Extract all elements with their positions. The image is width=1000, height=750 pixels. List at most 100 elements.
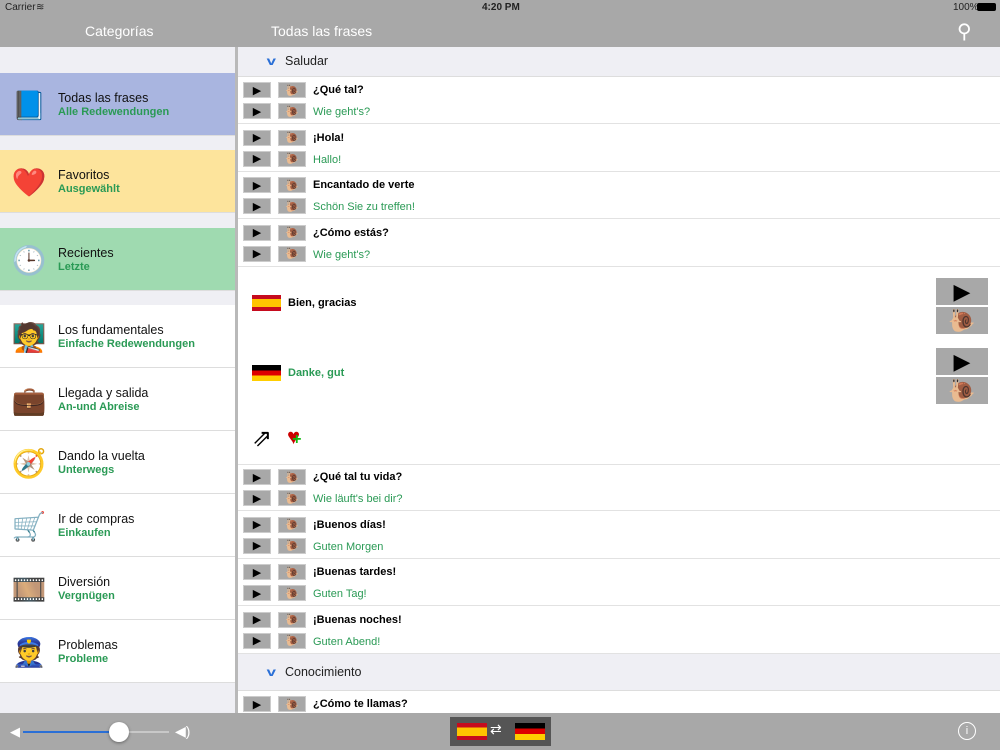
category-title: Ir de compras (58, 512, 135, 526)
spanish-phrase: ¡Hola! (313, 131, 345, 144)
slow-play-button[interactable]: 🐌 (278, 611, 306, 628)
category-subtitle: Vergnügen (58, 590, 115, 602)
slow-play-button[interactable]: 🐌 (278, 129, 306, 146)
volume-thumb[interactable] (109, 722, 130, 742)
slow-play-button[interactable]: 🐌 (278, 224, 306, 241)
play-button[interactable]: ▶ (243, 198, 271, 214)
category-subtitle: An-und Abreise (58, 401, 140, 413)
german-phrase: Hallo! (313, 153, 342, 166)
slow-play-button[interactable]: 🐌 (278, 150, 306, 167)
german-phrase: Guten Tag! (313, 588, 367, 600)
slow-play-button[interactable]: 🐌 (278, 245, 306, 262)
spain-flag-icon (457, 723, 487, 740)
category-title: Los fundamentales (58, 323, 164, 337)
phrases-title: Todas las frases (271, 23, 373, 39)
play-button[interactable]: ▶ (243, 245, 271, 262)
german-phrase: Guten Abend! (313, 635, 381, 648)
category-item[interactable]: ❤️ Favoritos Ausgewählt (0, 150, 235, 213)
slow-play-button[interactable]: 🐌 (278, 696, 306, 712)
play-button[interactable]: ▶ (243, 516, 271, 533)
slow-play-button[interactable]: 🐌 (278, 564, 306, 580)
play-button[interactable]: ▶ (243, 224, 271, 241)
play-button[interactable]: ▶ (243, 129, 271, 146)
bottom-toolbar: ◀ ◀) ⇄ i (0, 713, 1000, 750)
phrase-row[interactable]: ▶ 🐌 ¡Hola! ▶ 🐌 Hallo! (238, 125, 1000, 172)
play-button[interactable]: ▶ (243, 585, 271, 601)
german-phrase: Guten Morgen (313, 540, 384, 553)
slow-play-button[interactable]: 🐌 (278, 177, 306, 193)
phrase-row[interactable]: ▶ 🐌 Encantado de verte ▶ 🐌 Schön Sie zu t… (238, 172, 1000, 219)
slow-play-button[interactable]: 🐌 (936, 307, 988, 334)
compass-icon: 🧭 (11, 447, 47, 479)
suitcase-icon: 💼 (11, 384, 47, 416)
section-header[interactable]: v Saludar (238, 47, 1000, 77)
play-button[interactable]: ▶ (936, 348, 988, 375)
category-subtitle: Unterwegs (58, 464, 115, 476)
search-icon[interactable]: ⚲ (957, 19, 972, 44)
volume-slider[interactable] (23, 722, 169, 742)
clock-icon: 🕒 (11, 244, 47, 276)
play-button[interactable]: ▶ (243, 177, 271, 193)
category-subtitle: Alle Redewendungen (58, 106, 170, 118)
share-icon[interactable]: ⇗ (252, 424, 272, 453)
play-button[interactable]: ▶ (243, 150, 271, 167)
category-item[interactable]: 🧑‍🏫 Los fundamentales Einfache Redewendu… (0, 305, 235, 368)
section-title: Conocimiento (285, 664, 362, 679)
germany-flag-icon (252, 365, 281, 381)
slow-play-button[interactable]: 🐌 (278, 632, 306, 649)
play-button[interactable]: ▶ (243, 611, 271, 628)
phrase-row[interactable]: ▶ 🐌 ¿Qué tal tu vida? ▶ 🐌 Wie läuft's bei… (238, 464, 1000, 511)
slow-play-button[interactable]: 🐌 (278, 469, 306, 485)
phrase-row[interactable]: ▶ 🐌 ¡Buenas tardes! ▶ 🐌 Guten Tag! (238, 559, 1000, 606)
slow-play-button[interactable]: 🐌 (278, 82, 306, 98)
play-button[interactable]: ▶ (243, 469, 271, 485)
category-item[interactable]: 🛒 Ir de compras Einkaufen (0, 494, 235, 557)
phrase-row[interactable]: ▶ 🐌 ¡Buenos días! ▶ 🐌 Guten Morgen (238, 512, 1000, 559)
spanish-phrase: Bien, gracias (288, 297, 357, 309)
category-item[interactable]: 💼 Llegada y salida An-und Abreise (0, 368, 235, 431)
slow-play-button[interactable]: 🐌 (278, 585, 306, 601)
german-phrase: Wie läuft's bei dir? (313, 493, 403, 505)
category-item[interactable]: 🎞️ Diversión Vergnügen (0, 557, 235, 620)
add-favorite-icon[interactable]: ♥+ (287, 424, 301, 450)
chalkboard-icon: 🧑‍🏫 (11, 321, 47, 353)
slow-play-button[interactable]: 🐌 (936, 377, 988, 404)
section-title: Saludar (285, 54, 329, 68)
play-button[interactable]: ▶ (243, 103, 271, 119)
carrier: Carrier (5, 2, 36, 13)
play-button[interactable]: ▶ (243, 490, 271, 506)
play-button[interactable]: ▶ (243, 82, 271, 98)
category-title: Favoritos (58, 168, 110, 182)
spanish-phrase: ¿Cómo te llamas? (313, 698, 408, 710)
phrase-row[interactable]: ▶ 🐌 ¡Buenas noches! ▶ 🐌 Guten Abend! (238, 607, 1000, 654)
play-button[interactable]: ▶ (243, 564, 271, 580)
category-item[interactable]: 📘 Todas las frases Alle Redewendungen (0, 73, 235, 136)
phrase-row[interactable]: ▶ 🐌 ¿Qué tal? ▶ 🐌 Wie geht's? (238, 77, 1000, 124)
category-item[interactable]: 👮 Problemas Probleme (0, 620, 235, 683)
play-button[interactable]: ▶ (243, 537, 271, 554)
phrase-row[interactable]: ▶ 🐌 ¿Cómo estás? ▶ 🐌 Wie geht's? (238, 220, 1000, 267)
swap-language-button[interactable]: ⇄ (450, 717, 551, 746)
german-phrase: Wie geht's? (313, 248, 371, 261)
volume-low-icon: ◀ (10, 724, 20, 739)
slow-play-button[interactable]: 🐌 (278, 103, 306, 119)
category-subtitle: Einfache Redewendungen (58, 338, 195, 350)
play-button[interactable]: ▶ (243, 696, 271, 712)
expanded-phrase: Bien, gracias ▶ 🐌 Danke, gut ▶ 🐌 ⇗ ♥+ (238, 267, 1000, 465)
slow-play-button[interactable]: 🐌 (278, 537, 306, 554)
slow-play-button[interactable]: 🐌 (278, 490, 306, 506)
slow-play-button[interactable]: 🐌 (278, 516, 306, 533)
phrase-row[interactable]: ▶ 🐌 ¿Cómo te llamas? (238, 691, 1000, 713)
category-subtitle: Probleme (58, 653, 109, 665)
phrase-list: v Saludar ▶ 🐌 ¿Qué tal? ▶ 🐌 Wie geht's? ▶… (238, 47, 1000, 713)
info-icon[interactable]: i (958, 722, 976, 740)
play-button[interactable]: ▶ (936, 278, 988, 305)
category-subtitle: Letzte (58, 261, 90, 273)
section-header[interactable]: v Conocimiento (238, 654, 1000, 691)
play-button[interactable]: ▶ (243, 632, 271, 649)
slow-play-button[interactable]: 🐌 (278, 198, 306, 214)
heart-icon: ❤️ (11, 166, 47, 198)
category-item[interactable]: 🕒 Recientes Letzte (0, 228, 235, 291)
chevron-down-icon: v (266, 664, 277, 679)
category-item[interactable]: 🧭 Dando la vuelta Unterwegs (0, 431, 235, 494)
